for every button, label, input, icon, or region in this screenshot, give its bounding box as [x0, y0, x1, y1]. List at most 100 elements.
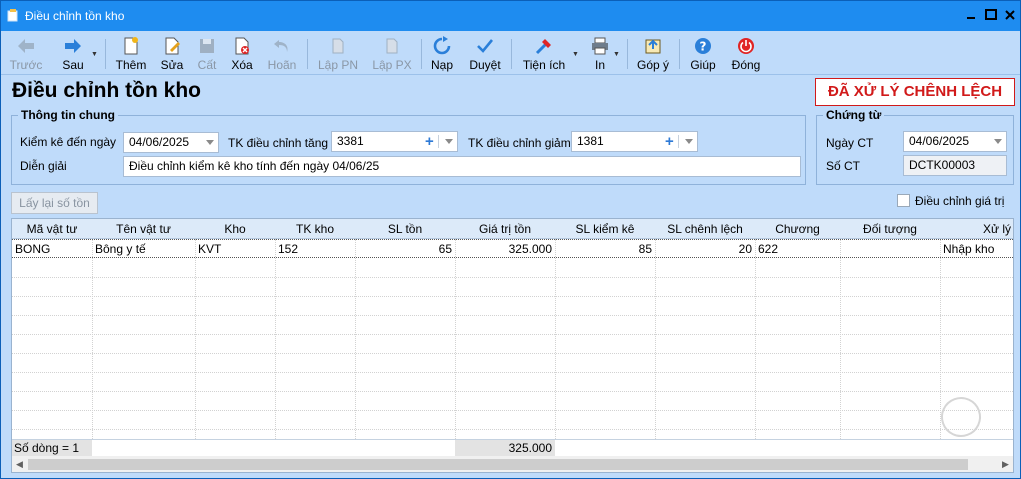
toolbar-next-button[interactable]: ▼ Sau	[57, 33, 98, 73]
edit-icon	[165, 37, 180, 55]
cell-value-stock[interactable]: 325.000	[455, 240, 555, 258]
horizontal-scrollbar[interactable]: ◀ ▶	[12, 456, 1013, 472]
table-row[interactable]	[12, 373, 1013, 392]
cell-action[interactable]: Nhập kho	[940, 240, 1013, 258]
toolbar-add-button[interactable]: Thêm	[113, 33, 149, 73]
column-header[interactable]: Mã vật tư	[12, 219, 92, 239]
table-row[interactable]	[12, 392, 1013, 411]
undo-icon	[274, 40, 288, 52]
general-info-group: Thông tin chung Kiểm kê đến ngày 04/06/2…	[11, 108, 806, 185]
toolbar-reload-button[interactable]: Nạp	[427, 33, 457, 73]
toolbar-create-receipt-button[interactable]: Lập PN	[315, 33, 361, 73]
column-header[interactable]: Đối tượng	[840, 219, 940, 239]
toolbar-approve-button[interactable]: Duyệt	[465, 33, 505, 73]
cell-code[interactable]: BONG	[12, 240, 92, 258]
table-row[interactable]	[12, 297, 1013, 316]
general-info-title: Thông tin chung	[18, 108, 118, 122]
column-header[interactable]: SL tồn	[355, 219, 455, 239]
check-icon	[477, 39, 494, 53]
toolbar-postpone-button[interactable]: Hoãn	[265, 33, 299, 73]
toolbar-edit-button[interactable]: Sửa	[157, 33, 187, 73]
voucher-date-field[interactable]: 04/06/2025	[903, 131, 1007, 152]
toolbar: Trước ▼ Sau Thêm Sửa Cất Xóa Hoãn Lập PN…	[1, 31, 1020, 75]
table-row[interactable]	[12, 259, 1013, 278]
adjust-value-label: Điều chỉnh giá trị	[915, 194, 1005, 208]
cell-warehouse[interactable]: KVT	[195, 240, 275, 258]
toolbar-prev-button[interactable]: Trước	[7, 33, 45, 73]
voucher-number-label: Số CT	[826, 159, 861, 173]
table-row[interactable]	[12, 278, 1013, 297]
cell-account[interactable]: 152	[275, 240, 355, 258]
feedback-icon	[645, 39, 661, 54]
column-header[interactable]: SL chênh lệch	[655, 219, 755, 239]
save-icon	[200, 39, 214, 53]
main-window: Điều chỉnh tồn kho Trước ▼ Sau Thêm Sửa …	[0, 0, 1021, 479]
app-icon	[7, 9, 18, 22]
create-issue-icon	[386, 38, 398, 54]
column-header[interactable]: Xử lý	[940, 219, 1013, 239]
chevron-down-icon[interactable]	[685, 139, 693, 144]
column-header[interactable]: TK kho	[275, 219, 355, 239]
scroll-right-icon[interactable]: ▶	[1002, 459, 1009, 470]
cell-object[interactable]	[840, 240, 940, 258]
power-icon	[738, 38, 754, 54]
scroll-left-icon[interactable]: ◀	[16, 459, 23, 470]
cell-name[interactable]: Bông y tế	[92, 240, 195, 258]
table-row[interactable]	[12, 335, 1013, 354]
column-header[interactable]: Kho	[195, 219, 275, 239]
scroll-thumb[interactable]	[28, 459, 968, 470]
page-title: Điều chỉnh tồn kho	[12, 79, 201, 102]
arrow-right-icon	[65, 39, 81, 53]
column-header[interactable]: SL kiểm kê	[555, 219, 655, 239]
column-header[interactable]: Tên vật tư	[92, 219, 195, 239]
toolbar-feedback-button[interactable]: Góp ý	[633, 33, 673, 73]
table-row[interactable]	[12, 411, 1013, 430]
table-row[interactable]	[12, 354, 1013, 373]
description-field[interactable]: Điều chỉnh kiểm kê kho tính đến ngày 04/…	[123, 156, 801, 177]
description-label: Diễn giải	[20, 159, 67, 173]
close-icon[interactable]	[1002, 7, 1018, 23]
inventory-date-field[interactable]: 04/06/2025	[123, 132, 219, 153]
toolbar-help-button[interactable]: ? Giúp	[687, 33, 719, 73]
grid-footer: Số dòng = 1 325.000	[12, 439, 1013, 456]
table-row[interactable]: BONG Bông y tế KVT 152 65 325.000 85 20 …	[12, 239, 1013, 258]
chevron-down-icon[interactable]	[445, 139, 453, 144]
new-document-icon	[124, 37, 138, 55]
column-header[interactable]: Giá trị tồn	[455, 219, 555, 239]
cell-qty-diff[interactable]: 20	[655, 240, 755, 258]
cell-chapter[interactable]: 622	[755, 240, 840, 258]
decrease-account-field[interactable]: 1381 +	[571, 131, 698, 152]
cell-qty-stock[interactable]: 65	[355, 240, 455, 258]
maximize-icon[interactable]	[983, 7, 999, 23]
increase-account-field[interactable]: 3381 +	[331, 131, 458, 152]
help-icon: ?	[695, 38, 711, 54]
increase-account-label: TK điều chỉnh tăng	[228, 136, 329, 150]
chevron-down-icon[interactable]	[206, 140, 214, 145]
adjust-value-checkbox[interactable]	[897, 194, 910, 207]
voucher-date-label: Ngày CT	[826, 136, 874, 150]
decrease-account-label: TK điều chỉnh giảm	[468, 136, 571, 150]
cell-qty-count[interactable]: 85	[555, 240, 655, 258]
plus-icon[interactable]: +	[665, 132, 674, 151]
delete-icon	[235, 37, 249, 55]
chevron-down-icon[interactable]: ▼	[91, 51, 98, 58]
title-bar: Điều chỉnh tồn kho	[1, 1, 1020, 31]
column-header[interactable]: Chương	[755, 219, 840, 239]
voucher-number-field[interactable]: DCTK00003	[903, 155, 1007, 176]
row-count: Số dòng = 1	[12, 440, 92, 456]
table-row[interactable]	[12, 316, 1013, 335]
plus-icon[interactable]: +	[425, 132, 434, 151]
toolbar-close-button[interactable]: Đóng	[727, 33, 765, 73]
recalc-stock-button[interactable]: Lấy lại số tồn	[11, 192, 98, 214]
chevron-down-icon[interactable]	[994, 139, 1002, 144]
chevron-down-icon[interactable]: ▼	[613, 51, 620, 58]
toolbar-utilities-button[interactable]: ▼ Tiện ích	[517, 33, 579, 73]
toolbar-save-button[interactable]: Cất	[193, 33, 221, 73]
toolbar-print-button[interactable]: ▼ In	[585, 33, 623, 73]
toolbar-delete-button[interactable]: Xóa	[227, 33, 257, 73]
toolbar-create-issue-button[interactable]: Lập PX	[369, 33, 415, 73]
inventory-grid[interactable]: Mã vật tư Tên vật tư Kho TK kho SL tồn G…	[11, 218, 1014, 473]
minimize-icon[interactable]	[963, 7, 979, 23]
chevron-down-icon[interactable]: ▼	[572, 51, 579, 58]
svg-text:?: ?	[700, 40, 707, 54]
